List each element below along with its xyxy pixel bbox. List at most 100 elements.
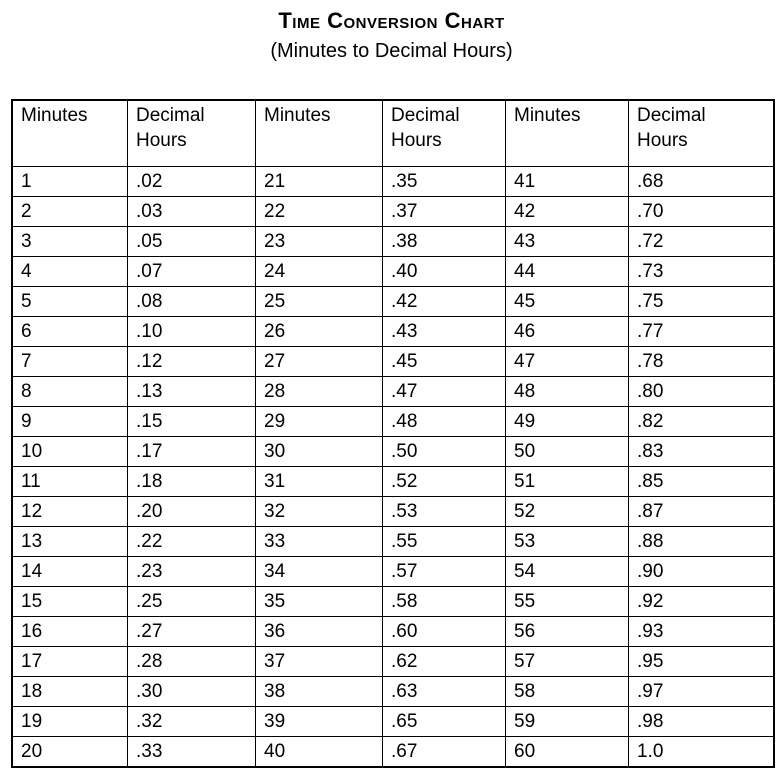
header-line-1: Minutes bbox=[21, 105, 88, 126]
cell-m2: 27 bbox=[255, 346, 383, 377]
cell-d3: .83 bbox=[628, 436, 774, 467]
cell-m1: 17 bbox=[12, 646, 128, 677]
cell-d3: .80 bbox=[628, 376, 774, 407]
cell-d2: .67 bbox=[382, 736, 506, 767]
table-row: 10.17 30.50 50.83 bbox=[12, 436, 774, 467]
conversion-table: Minutes Decimal Hours Minutes Decimal Ho… bbox=[11, 99, 775, 768]
table-row: 19.32 39.65 59.98 bbox=[12, 706, 774, 737]
column-header-minutes-1: Minutes bbox=[12, 100, 128, 167]
cell-m1: 5 bbox=[12, 286, 128, 317]
cell-m1: 9 bbox=[12, 406, 128, 437]
cell-d2: .38 bbox=[382, 226, 506, 257]
cell-m2: 22 bbox=[255, 196, 383, 227]
cell-m3: 56 bbox=[505, 616, 629, 647]
cell-d1: .15 bbox=[127, 406, 256, 437]
cell-m3: 51 bbox=[505, 466, 629, 497]
cell-m3: 54 bbox=[505, 556, 629, 587]
cell-d1: .08 bbox=[127, 286, 256, 317]
cell-d2: .63 bbox=[382, 676, 506, 707]
cell-d1: .05 bbox=[127, 226, 256, 257]
cell-m3: 59 bbox=[505, 706, 629, 737]
cell-m1: 10 bbox=[12, 436, 128, 467]
cell-d2: .50 bbox=[382, 436, 506, 467]
cell-d3: .82 bbox=[628, 406, 774, 437]
cell-d2: .58 bbox=[382, 586, 506, 617]
cell-m1: 14 bbox=[12, 556, 128, 587]
cell-m2: 23 bbox=[255, 226, 383, 257]
cell-d3: .72 bbox=[628, 226, 774, 257]
cell-m2: 25 bbox=[255, 286, 383, 317]
cell-d3: .70 bbox=[628, 196, 774, 227]
cell-d2: .60 bbox=[382, 616, 506, 647]
cell-d2: .65 bbox=[382, 706, 506, 737]
header-line-1: Decimal bbox=[391, 105, 460, 126]
cell-m3: 44 bbox=[505, 256, 629, 287]
cell-m3: 50 bbox=[505, 436, 629, 467]
cell-m3: 41 bbox=[505, 166, 629, 197]
cell-d1: .03 bbox=[127, 196, 256, 227]
cell-m3: 53 bbox=[505, 526, 629, 557]
cell-m2: 40 bbox=[255, 736, 383, 767]
table-body: 1.02 21.35 41.68 2.03 22.37 42.70 3.05 23.38 43.… bbox=[12, 166, 774, 767]
table-header-row: Minutes Decimal Hours Minutes Decimal Ho… bbox=[12, 100, 774, 167]
cell-m2: 30 bbox=[255, 436, 383, 467]
cell-m1: 3 bbox=[12, 226, 128, 257]
cell-d1: .12 bbox=[127, 346, 256, 377]
cell-d2: .35 bbox=[382, 166, 506, 197]
table-row: 8.13 28.47 48.80 bbox=[12, 376, 774, 407]
table-row: 18.30 38.63 58.97 bbox=[12, 676, 774, 707]
cell-d1: .20 bbox=[127, 496, 256, 527]
table-row: 3.05 23.38 43.72 bbox=[12, 226, 774, 257]
cell-d2: .62 bbox=[382, 646, 506, 677]
table-row: 6.10 26.43 46.77 bbox=[12, 316, 774, 347]
cell-d2: .40 bbox=[382, 256, 506, 287]
table-row: 14.23 34.57 54.90 bbox=[12, 556, 774, 587]
cell-d2: .55 bbox=[382, 526, 506, 557]
cell-d3: .75 bbox=[628, 286, 774, 317]
cell-m3: 46 bbox=[505, 316, 629, 347]
cell-d3: .98 bbox=[628, 706, 774, 737]
cell-d1: .25 bbox=[127, 586, 256, 617]
cell-d1: .30 bbox=[127, 676, 256, 707]
cell-m2: 28 bbox=[255, 376, 383, 407]
cell-m1: 1 bbox=[12, 166, 128, 197]
cell-d3: .92 bbox=[628, 586, 774, 617]
cell-m1: 19 bbox=[12, 706, 128, 737]
cell-d1: .17 bbox=[127, 436, 256, 467]
cell-d3: .97 bbox=[628, 676, 774, 707]
table-header: Minutes Decimal Hours Minutes Decimal Ho… bbox=[12, 100, 774, 167]
cell-m1: 7 bbox=[12, 346, 128, 377]
column-header-minutes-3: Minutes bbox=[505, 100, 629, 167]
cell-d2: .57 bbox=[382, 556, 506, 587]
page-subtitle: (Minutes to Decimal Hours) bbox=[270, 40, 513, 62]
cell-m1: 11 bbox=[12, 466, 128, 497]
cell-d1: .23 bbox=[127, 556, 256, 587]
cell-d3: .90 bbox=[628, 556, 774, 587]
header-line-2: Hours bbox=[637, 130, 688, 151]
cell-d3: .78 bbox=[628, 346, 774, 377]
cell-d3: .77 bbox=[628, 316, 774, 347]
header-line-1: Minutes bbox=[264, 105, 331, 126]
cell-m1: 2 bbox=[12, 196, 128, 227]
title-block: Time Conversion Chart (Minutes to Decima… bbox=[0, 8, 783, 64]
cell-d1: .10 bbox=[127, 316, 256, 347]
cell-m3: 57 bbox=[505, 646, 629, 677]
cell-m1: 12 bbox=[12, 496, 128, 527]
table-row: 20.33 40.67 60 1.0 bbox=[12, 736, 774, 767]
cell-d3: 1.0 bbox=[628, 736, 774, 767]
cell-d2: .37 bbox=[382, 196, 506, 227]
cell-m2: 38 bbox=[255, 676, 383, 707]
cell-d1: .32 bbox=[127, 706, 256, 737]
page-title: Time Conversion Chart bbox=[278, 8, 505, 33]
header-line-2: Hours bbox=[136, 130, 187, 151]
cell-d2: .53 bbox=[382, 496, 506, 527]
cell-m1: 15 bbox=[12, 586, 128, 617]
cell-d3: .68 bbox=[628, 166, 774, 197]
cell-d3: .88 bbox=[628, 526, 774, 557]
table-row: 15.25 35.58 55.92 bbox=[12, 586, 774, 617]
table-row: 1.02 21.35 41.68 bbox=[12, 166, 774, 197]
cell-m2: 31 bbox=[255, 466, 383, 497]
cell-d1: .13 bbox=[127, 376, 256, 407]
cell-m2: 32 bbox=[255, 496, 383, 527]
cell-m2: 37 bbox=[255, 646, 383, 677]
